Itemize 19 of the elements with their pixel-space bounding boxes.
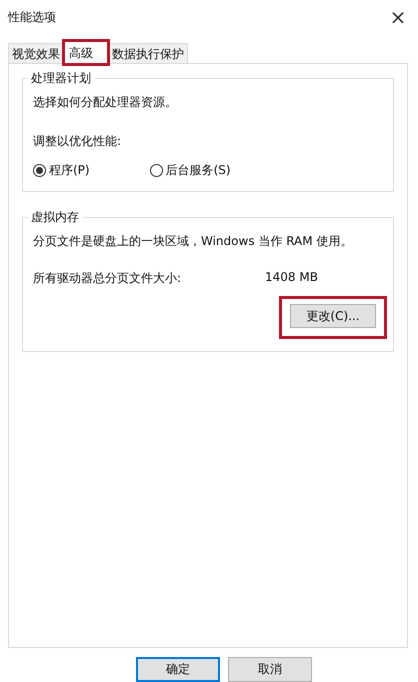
- window-title: 性能选项: [8, 8, 56, 26]
- radio-label[interactable]: 程序(P): [49, 162, 90, 179]
- cancel-button[interactable]: 取消: [228, 657, 312, 682]
- tab[interactable]: 视觉效果: [8, 43, 64, 64]
- size-value: 1408 MB: [265, 270, 318, 286]
- tab[interactable]: 高级: [64, 41, 108, 64]
- radio-label[interactable]: 后台服务(S): [166, 162, 231, 179]
- group-title: 处理器计划: [28, 70, 95, 87]
- close-button[interactable]: ×: [378, 0, 418, 34]
- radio-button[interactable]: [33, 164, 46, 177]
- description-text: 分页文件是硬盘上的一块区域，Windows 当作 RAM 使用。: [33, 233, 354, 250]
- radio-button[interactable]: [150, 164, 163, 177]
- prompt-label: 调整以优化性能:: [33, 133, 122, 150]
- size-label: 所有驱动器总分页文件大小:: [33, 270, 182, 287]
- tab[interactable]: 数据执行保护: [108, 43, 188, 64]
- group-title: 虚拟内存: [28, 209, 83, 226]
- change-button[interactable]: 更改(C)...: [290, 304, 376, 328]
- ok-button[interactable]: 确定: [136, 657, 220, 682]
- description-text: 选择如何分配处理器资源。: [33, 94, 178, 111]
